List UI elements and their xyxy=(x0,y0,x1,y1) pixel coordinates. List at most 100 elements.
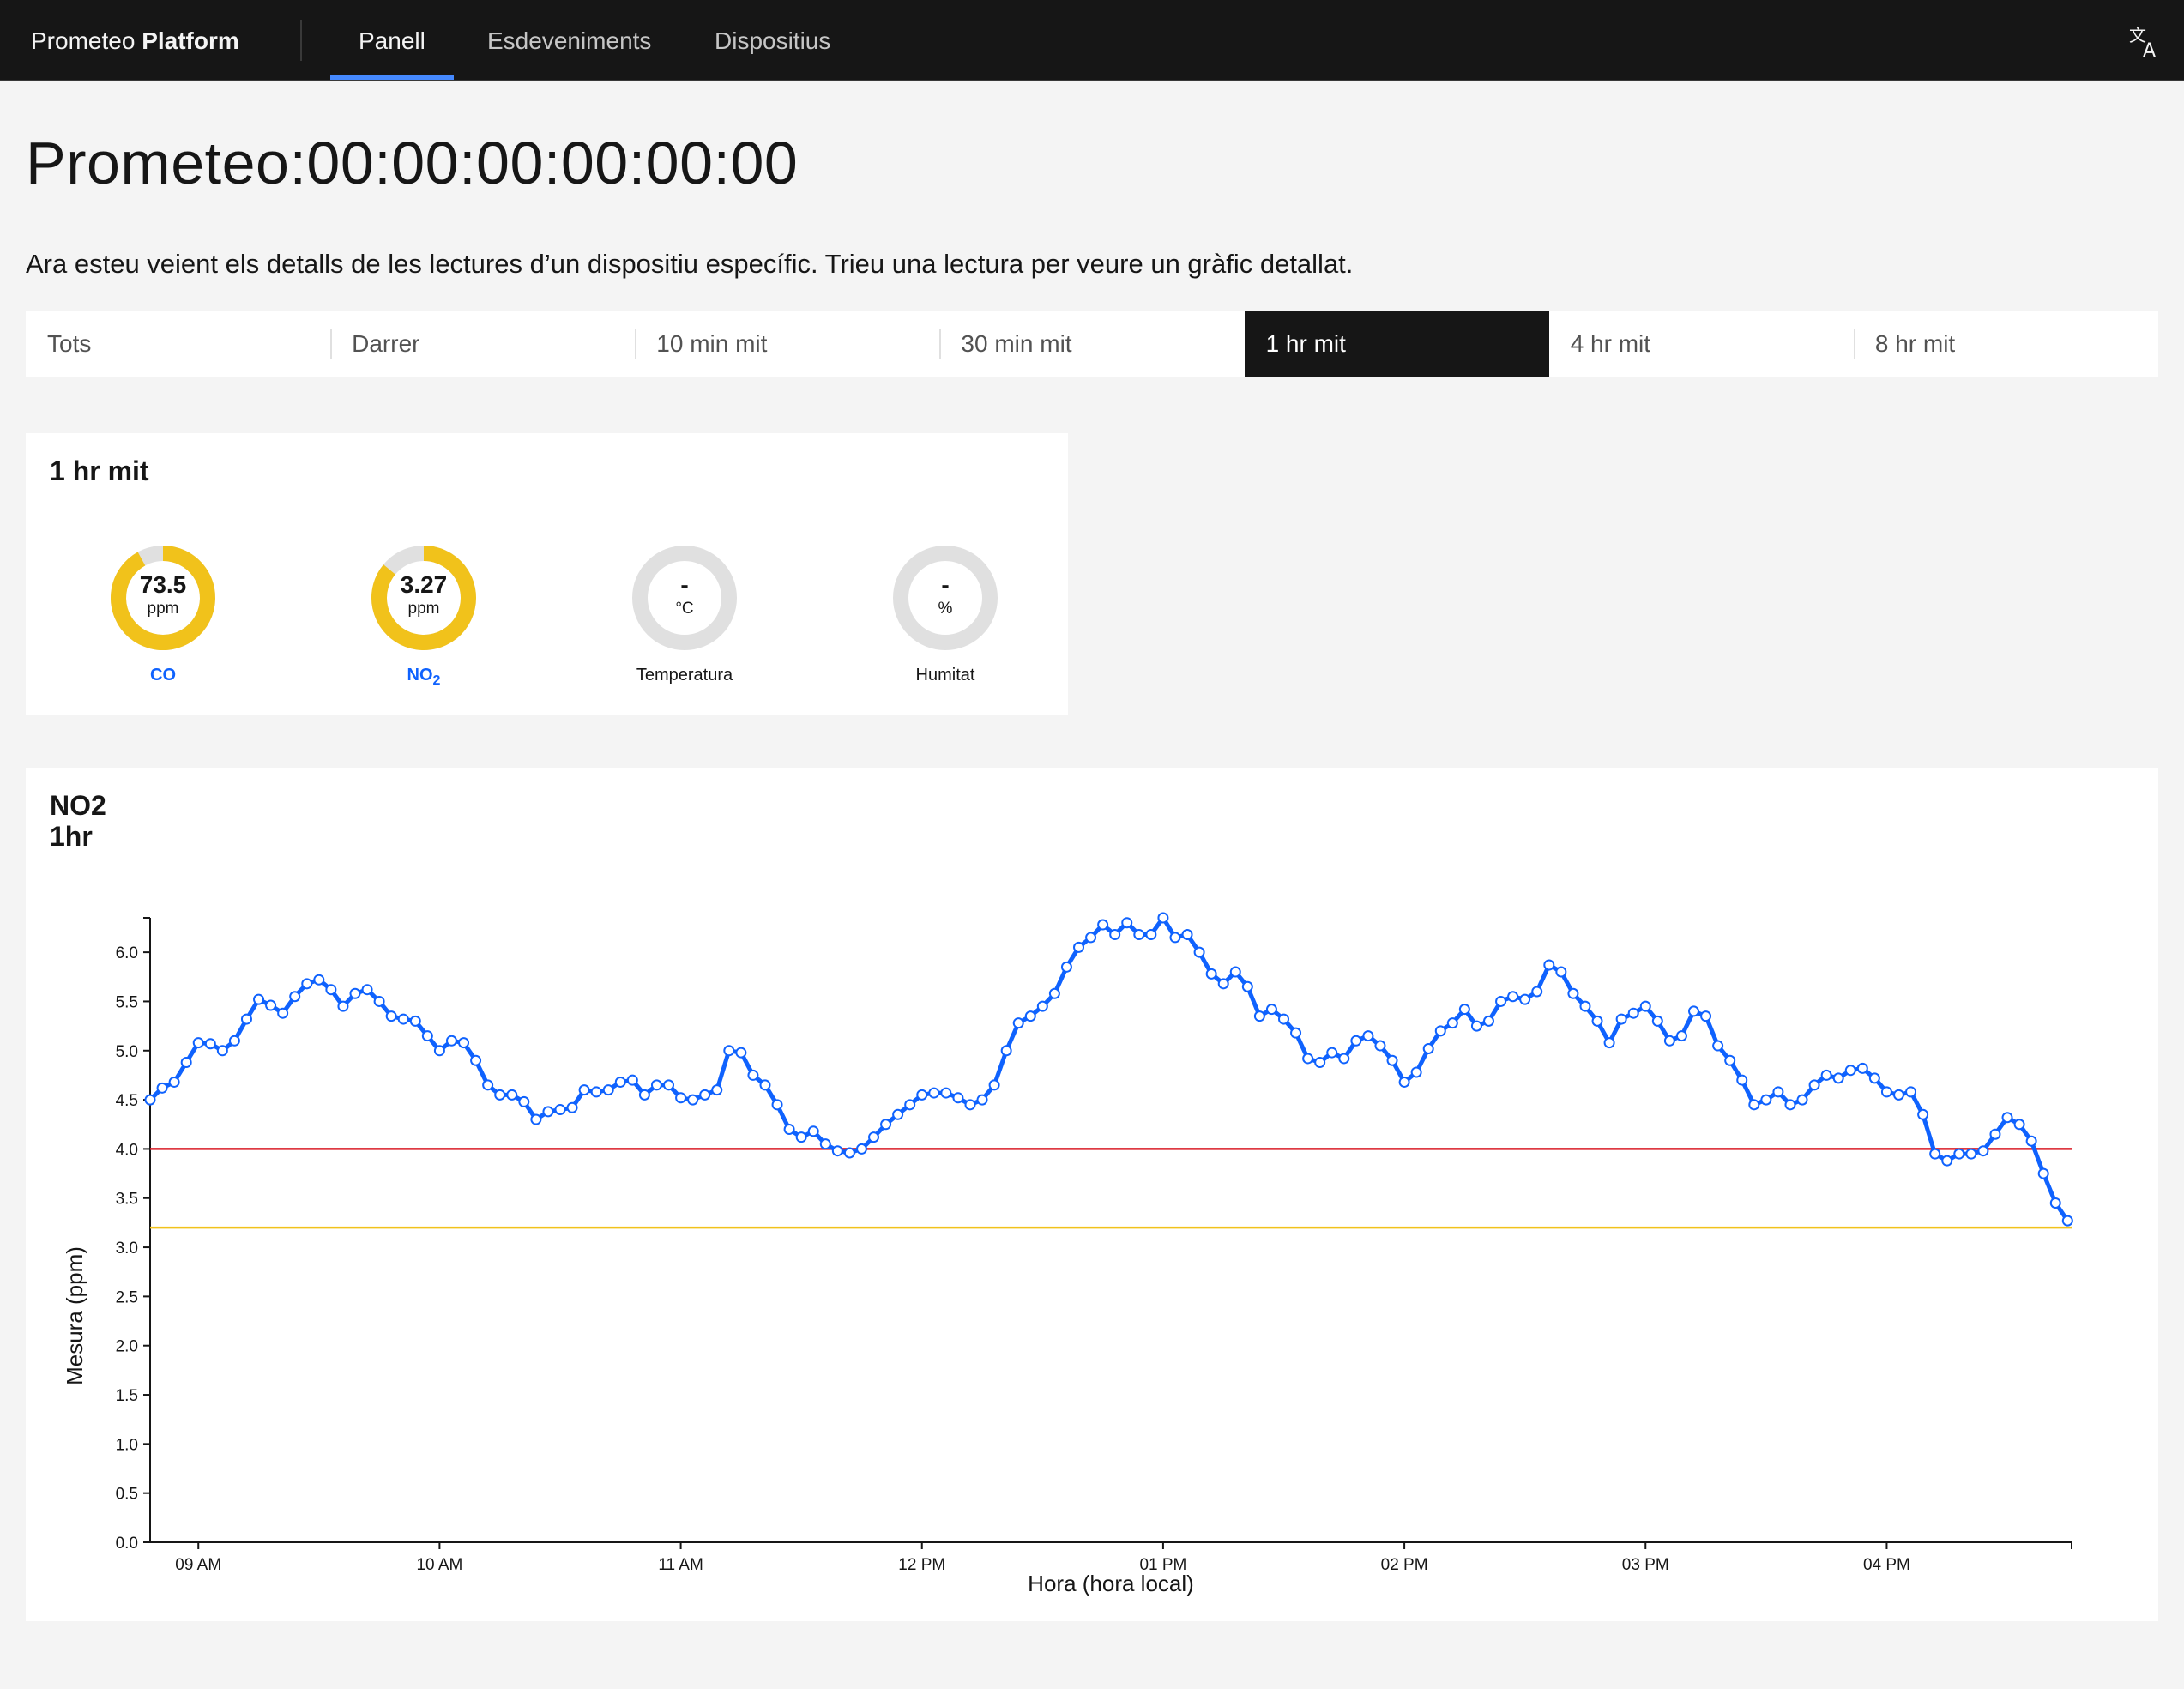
tab-tots[interactable]: Tots xyxy=(26,311,330,377)
y-tick-label: 2.0 xyxy=(116,1338,138,1356)
data-point xyxy=(1483,1015,1495,1027)
gauge-humitat[interactable]: - % Humitat xyxy=(885,538,1005,685)
language-button[interactable]: 文 A xyxy=(2121,17,2169,65)
data-point xyxy=(373,995,385,1007)
data-point xyxy=(1820,1069,1832,1081)
gauge-unit-humitat: % xyxy=(938,600,953,618)
x-tick-label: 02 PM xyxy=(1381,1556,1428,1574)
data-point xyxy=(1567,987,1579,999)
gauge-label-temperatura: Temperatura xyxy=(636,666,733,685)
data-point xyxy=(1422,1042,1434,1054)
data-point xyxy=(868,1131,880,1143)
data-point xyxy=(1989,1128,2001,1140)
x-tick-label: 09 AM xyxy=(175,1556,221,1574)
reading-tabs: Tots Darrer 10 min mit 30 min mit 1 hr m… xyxy=(26,311,2158,377)
data-point xyxy=(1278,1013,1290,1025)
gauge-ring-temperatura xyxy=(632,546,737,650)
data-point xyxy=(2025,1135,2037,1147)
data-point xyxy=(2061,1215,2073,1227)
data-point xyxy=(409,1015,421,1027)
data-point xyxy=(337,1000,349,1012)
data-point xyxy=(1519,993,1531,1005)
data-point xyxy=(988,1079,1000,1091)
data-point xyxy=(940,1087,952,1099)
data-point xyxy=(771,1099,783,1111)
data-point xyxy=(1591,1015,1603,1027)
gauge-value-no2: 3.27 xyxy=(400,571,448,598)
data-point xyxy=(1965,1148,1977,1160)
data-point xyxy=(1808,1079,1820,1091)
data-point xyxy=(626,1074,638,1086)
data-point xyxy=(976,1094,988,1106)
y-tick-label: 4.0 xyxy=(116,1141,138,1159)
tab-1-hr-mit[interactable]: 1 hr mit xyxy=(1244,311,1549,377)
data-point xyxy=(168,1076,180,1088)
gauge-fill-arc xyxy=(111,546,215,650)
data-point xyxy=(1205,968,1217,980)
y-tick-label: 6.0 xyxy=(116,944,138,962)
data-point xyxy=(1929,1148,1941,1160)
gauge-co[interactable]: 73.5 ppm CO xyxy=(103,538,223,685)
data-point xyxy=(1410,1066,1422,1078)
tab-30-min-mit[interactable]: 30 min mit xyxy=(939,311,1244,377)
data-point xyxy=(1844,1065,1856,1077)
brand-bold: Platform xyxy=(142,27,239,54)
nav-item-esdeveniments[interactable]: Esdeveniments xyxy=(459,0,679,80)
data-point xyxy=(1374,1040,1386,1052)
data-point xyxy=(1832,1072,1844,1084)
data-point xyxy=(228,1035,240,1047)
brand-name[interactable]: Prometeo Platform xyxy=(31,0,239,81)
nav-item-panell[interactable]: Panell xyxy=(330,0,454,80)
data-point xyxy=(530,1113,542,1125)
gauge-label-co[interactable]: CO xyxy=(51,665,275,685)
nav-item-dispositius[interactable]: Dispositius xyxy=(686,0,859,80)
data-point xyxy=(494,1089,506,1101)
data-point xyxy=(1446,1017,1458,1029)
data-point xyxy=(1639,1000,1651,1012)
data-point xyxy=(735,1047,747,1059)
data-point xyxy=(1772,1086,1784,1098)
gauge-label-no2-sub: 2 xyxy=(432,673,441,688)
data-point xyxy=(1507,991,1519,1003)
y-tick-label: 3.0 xyxy=(116,1240,138,1258)
data-point xyxy=(1145,928,1157,940)
top-header: Prometeo Platform Panell Esdeveniments D… xyxy=(0,0,2184,81)
data-point xyxy=(928,1087,940,1099)
data-point xyxy=(385,1010,397,1022)
data-point xyxy=(783,1123,795,1135)
gauge-no2[interactable]: 3.27 ppm NO2 xyxy=(364,538,484,688)
data-point xyxy=(747,1069,759,1081)
data-point xyxy=(1109,928,1121,940)
data-point xyxy=(1217,978,1229,990)
data-point xyxy=(506,1089,518,1101)
tab-10-min-mit[interactable]: 10 min mit xyxy=(635,311,939,377)
data-point xyxy=(1760,1094,1772,1106)
data-point xyxy=(1579,1000,1591,1012)
data-point xyxy=(1603,1037,1615,1049)
data-point xyxy=(819,1138,831,1150)
svg-text:A: A xyxy=(2143,40,2156,58)
data-point xyxy=(1398,1076,1410,1088)
data-point xyxy=(1531,986,1543,998)
data-point xyxy=(1085,932,1097,944)
x-tick-label: 12 PM xyxy=(898,1556,945,1574)
data-point xyxy=(1241,980,1253,992)
data-point xyxy=(542,1106,554,1118)
y-axis-label: Mesura (ppm) xyxy=(62,1246,87,1385)
gauge-label-no2[interactable]: NO2 xyxy=(312,665,535,691)
data-point xyxy=(1181,928,1193,940)
data-point xyxy=(831,1145,843,1157)
data-point xyxy=(1314,1057,1326,1069)
data-point xyxy=(1000,1045,1012,1057)
translate-icon: 文 A xyxy=(2129,25,2156,58)
data-point xyxy=(1712,1040,1724,1052)
data-point xyxy=(1687,1005,1699,1017)
tab-darrer[interactable]: Darrer xyxy=(330,311,635,377)
data-point xyxy=(361,984,373,996)
tab-8-hr-mit[interactable]: 8 hr mit xyxy=(1853,311,2158,377)
data-point xyxy=(265,999,277,1011)
tab-4-hr-mit[interactable]: 4 hr mit xyxy=(1549,311,1854,377)
data-point xyxy=(711,1084,723,1096)
data-point xyxy=(1193,946,1205,958)
gauge-temperatura[interactable]: - °C Temperatura xyxy=(624,538,745,685)
